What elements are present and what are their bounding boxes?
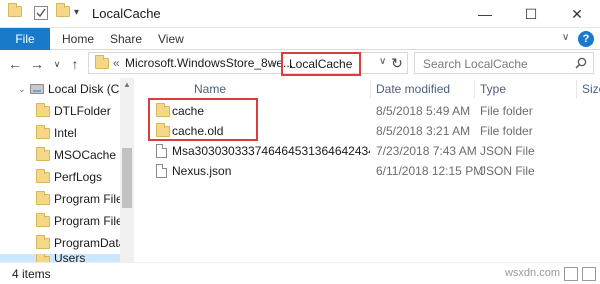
details-view-icon[interactable] — [564, 267, 578, 281]
file-date: 7/23/2018 7:43 AM — [376, 144, 477, 158]
nav-item-msocache[interactable]: MSOCache — [0, 144, 120, 166]
file-date: 8/5/2018 3:21 AM — [376, 124, 471, 138]
folder-icon — [8, 3, 22, 20]
maximize-button[interactable]: ☐ — [508, 0, 554, 28]
nav-scrollbar[interactable]: ▲ — [120, 78, 134, 262]
help-icon[interactable]: ? — [578, 31, 594, 47]
refresh-button[interactable]: ↻ — [388, 54, 406, 72]
nav-item-programdata[interactable]: ProgramData — [0, 232, 120, 254]
column-divider[interactable] — [370, 80, 371, 98]
search-placeholder: Search LocalCache — [423, 57, 528, 71]
tab-share[interactable]: Share — [110, 28, 142, 50]
nav-item-dtlfolder[interactable]: DTLFolder — [0, 100, 120, 122]
close-button[interactable]: ✕ — [554, 0, 600, 28]
file-date: 6/11/2018 12:15 PM — [376, 164, 484, 178]
file-list: Name Date modified Type Size cache 8/5/2… — [134, 78, 600, 262]
file-date: 8/5/2018 5:49 AM — [376, 104, 471, 118]
item-count: 4 items — [12, 267, 51, 281]
folder-icon — [36, 191, 50, 205]
json-file-icon — [156, 144, 167, 158]
window-title: LocalCache — [92, 6, 161, 21]
breadcrumb-item[interactable]: Microsoft.WindowsStore_8we... — [125, 56, 293, 70]
column-header-size[interactable]: Size — [582, 82, 600, 96]
file-type: JSON File — [480, 164, 535, 178]
drive-icon — [30, 84, 44, 94]
navigation-pane: ⌄ Local Disk (C:) DTLFolder Intel MSOCac… — [0, 78, 134, 262]
file-type: File folder — [480, 124, 533, 138]
address-row: ← → ∨ ↑ « Microsoft.WindowsStore_8we... … — [0, 50, 600, 78]
status-bar: 4 items wsxdn.com — [0, 262, 600, 284]
title-bar: ▾ LocalCache — ☐ ✕ — [0, 0, 600, 28]
nav-item-program-files[interactable]: Program Files — [0, 188, 120, 210]
folder-icon — [36, 235, 50, 249]
column-divider[interactable] — [576, 80, 577, 98]
nav-item-local-disk[interactable]: ⌄ Local Disk (C:) — [0, 78, 120, 100]
scrollbar-thumb[interactable] — [122, 148, 132, 208]
address-dropdown-icon[interactable]: ∨ — [379, 56, 386, 67]
tab-home[interactable]: Home — [62, 28, 94, 50]
folder-icon — [36, 147, 50, 161]
file-type: File folder — [480, 104, 533, 118]
search-icon[interactable] — [575, 57, 587, 69]
quick-access-dropdown-icon[interactable]: ▾ — [74, 6, 88, 20]
folder-icon — [36, 125, 50, 139]
back-button[interactable]: ← — [6, 55, 24, 73]
folder-icon — [36, 213, 50, 227]
scroll-up-icon[interactable]: ▲ — [123, 80, 131, 89]
nav-item-users[interactable]: Users — [0, 254, 120, 262]
recent-locations-icon[interactable]: ∨ — [48, 55, 66, 73]
tab-file[interactable]: File — [0, 28, 50, 50]
minimize-button[interactable]: — — [462, 0, 508, 28]
file-name: Msa3030303337464645313646424342324... — [172, 144, 370, 158]
expand-ribbon-icon[interactable]: ∨ — [562, 33, 572, 43]
expand-arrow-icon[interactable]: ⌄ — [18, 78, 26, 100]
json-file-icon — [156, 164, 167, 178]
tab-view[interactable]: View — [158, 28, 184, 50]
nav-item-program-files-x86[interactable]: Program Files ( — [0, 210, 120, 232]
new-folder-icon[interactable] — [56, 3, 70, 20]
address-bar[interactable]: « Microsoft.WindowsStore_8we... › LocalC… — [88, 52, 408, 76]
list-item[interactable]: Nexus.json 6/11/2018 12:15 PM JSON File — [148, 162, 598, 180]
watermark: wsxdn.com — [504, 267, 560, 279]
nav-item-perflogs[interactable]: PerfLogs — [0, 166, 120, 188]
up-button[interactable]: ↑ — [66, 55, 84, 73]
forward-button[interactable]: → — [28, 55, 46, 73]
list-item[interactable]: Msa3030303337464645313646424342324... 7/… — [148, 142, 598, 160]
folder-icon — [36, 103, 50, 117]
breadcrumb-current[interactable]: LocalCache — [281, 52, 361, 76]
column-header-date[interactable]: Date modified — [376, 82, 450, 96]
column-header-type[interactable]: Type — [480, 82, 506, 96]
nav-item-intel[interactable]: Intel — [0, 122, 120, 144]
column-header-name[interactable]: Name — [194, 82, 226, 96]
search-input[interactable]: Search LocalCache — [414, 52, 594, 74]
ribbon: File Home Share View ∨ ? — [0, 28, 600, 50]
folder-icon — [95, 55, 109, 69]
properties-icon[interactable] — [34, 6, 48, 20]
large-icons-view-icon[interactable] — [582, 267, 596, 281]
breadcrumb-separator[interactable]: › — [271, 56, 275, 70]
column-divider[interactable] — [474, 80, 475, 98]
annotation-highlight-box — [148, 98, 258, 141]
folder-icon — [36, 169, 50, 183]
breadcrumb-overflow[interactable]: « — [113, 56, 120, 70]
file-type: JSON File — [480, 144, 535, 158]
file-name: Nexus.json — [172, 164, 232, 178]
